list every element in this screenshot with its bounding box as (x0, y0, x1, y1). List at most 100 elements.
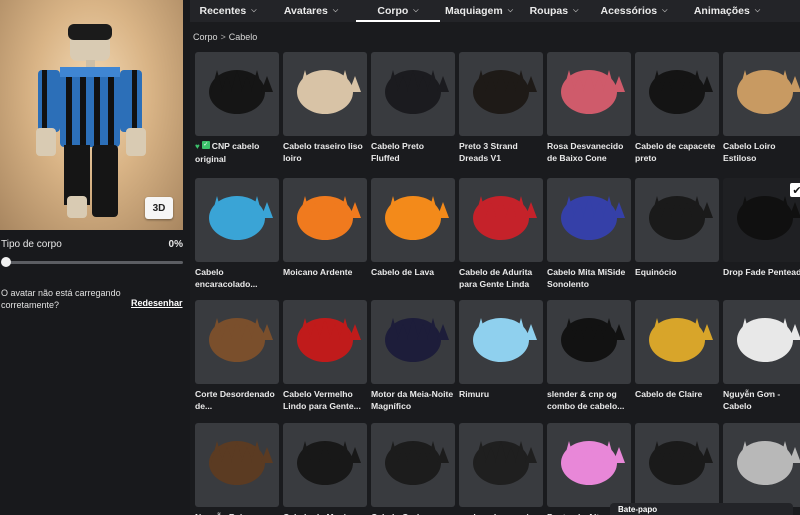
hair-item[interactable]: Equinócio (635, 178, 719, 292)
item-thumbnail[interactable] (371, 300, 455, 384)
hair-image (297, 318, 361, 362)
item-name-text: Cabelo de Lava (371, 267, 435, 277)
chat-tab[interactable]: Bate-papo (610, 503, 793, 515)
body-type-value: 0% (168, 239, 183, 250)
tab-label: Roupas (529, 5, 569, 17)
item-name-text: Cabelo de capacete preto (635, 141, 716, 163)
hair-item[interactable]: Cabelo de Lava (371, 178, 455, 292)
item-thumbnail[interactable] (283, 52, 367, 136)
item-thumbnail[interactable] (283, 300, 367, 384)
tab-5[interactable]: Acessórios ⌵ (590, 0, 678, 22)
hair-item[interactable]: Moicano Ardente (283, 178, 367, 292)
item-thumbnail[interactable] (459, 178, 543, 262)
hair-item[interactable] (635, 423, 719, 515)
hair-image (561, 70, 625, 114)
hair-image (649, 318, 713, 362)
item-name: Cabelo de capacete preto (635, 140, 719, 166)
item-thumbnail[interactable] (195, 300, 279, 384)
tab-0[interactable]: Recentes ⌵ (190, 0, 266, 22)
item-name: Motor da Meia-Noite Magnífico (371, 388, 455, 414)
item-thumbnail[interactable] (371, 178, 455, 262)
item-thumbnail[interactable] (547, 300, 631, 384)
hair-item[interactable]: ♥ ✓ CNP cabelo original (195, 52, 279, 166)
item-name-text: Cabelo Mita MiSide Sonolento (547, 267, 626, 289)
tab-3[interactable]: Maquiagem ⌵ (440, 0, 518, 22)
hair-item[interactable]: Penteado Alt... (547, 423, 631, 515)
item-name: Drop Fade Penteado (723, 266, 800, 292)
hair-image (649, 196, 713, 240)
hair-item[interactable] (723, 423, 800, 515)
hair-item[interactable]: Cabelo encaracolado... (195, 178, 279, 292)
hair-item[interactable]: Nguyễn Gơn - Cabelo (723, 300, 800, 414)
hair-item[interactable]: Rosa Desvanecido de Baixo Cone (547, 52, 631, 166)
tab-label: Avatares (283, 5, 328, 17)
hair-item[interactable]: ✔ Drop Fade Penteado (723, 178, 800, 292)
redraw-link[interactable]: Redesenhar (131, 298, 183, 308)
hair-item[interactable]: Rimuru (459, 300, 543, 414)
item-thumbnail[interactable] (547, 423, 631, 507)
hair-item[interactable]: Cabelo Mita MiSide Sonolento (547, 178, 631, 292)
item-thumbnail[interactable] (195, 52, 279, 136)
hair-item[interactable]: Cabelo de Adurita para Gente Linda (459, 178, 543, 292)
hair-item[interactable]: Cabelo Vermelho Lindo para Gente... (283, 300, 367, 414)
item-thumbnail[interactable] (547, 52, 631, 136)
item-thumbnail[interactable] (371, 52, 455, 136)
item-thumbnail[interactable] (635, 300, 719, 384)
item-thumbnail[interactable] (195, 178, 279, 262)
breadcrumb-current: Cabelo (228, 32, 258, 42)
hair-item[interactable]: Cabelo traseiro liso loiro (283, 52, 367, 166)
item-thumbnail[interactable] (723, 423, 800, 507)
hair-item[interactable]: Cabelo de capacete preto (635, 52, 719, 166)
item-thumbnail[interactable] (723, 300, 800, 384)
item-thumbnail[interactable] (459, 300, 543, 384)
tab-2[interactable]: Corpo ⌵ (356, 0, 440, 22)
item-name: Cabelo de Lava (371, 266, 455, 292)
hair-image (385, 318, 449, 362)
slider-thumb[interactable] (1, 257, 11, 267)
hair-item[interactable]: Cabelo Preto Fluffed (371, 52, 455, 166)
hair-item[interactable]: Motor da Meia-Noite Magnífico (371, 300, 455, 414)
hair-image (737, 70, 800, 114)
hair-image (385, 196, 449, 240)
hair-item[interactable]: cachos de crespia... (459, 423, 543, 515)
selected-check-icon: ✔ (790, 183, 800, 197)
hair-item[interactable]: Nguyễn Bei... (195, 423, 279, 515)
hair-item[interactable]: Corte Desordenado de... (195, 300, 279, 414)
hair-item[interactable]: Cabelo de Claire (635, 300, 719, 414)
item-thumbnail[interactable] (283, 178, 367, 262)
item-thumbnail[interactable] (283, 423, 367, 507)
tab-4[interactable]: Roupas ⌵ (518, 0, 590, 22)
avatar-preview[interactable]: 3D (0, 0, 183, 230)
breadcrumb-root[interactable]: Corpo (193, 32, 218, 42)
item-thumbnail[interactable] (635, 178, 719, 262)
item-name-text: Cabelo traseiro liso loiro (283, 141, 363, 163)
tab-6[interactable]: Animações ⌵ (678, 0, 776, 22)
hair-item[interactable]: Cabelo Curly Preto... (371, 423, 455, 515)
item-thumbnail[interactable] (371, 423, 455, 507)
item-thumbnail[interactable] (459, 52, 543, 136)
item-thumbnail[interactable]: ✔ (723, 178, 800, 262)
item-thumbnail[interactable] (547, 178, 631, 262)
view-3d-button[interactable]: 3D (145, 197, 173, 219)
item-name: Moicano Ardente (283, 266, 367, 292)
chevron-down-icon: ⌵ (573, 7, 579, 14)
item-name: Rimuru (459, 388, 543, 414)
tab-1[interactable]: Avatares ⌵ (266, 0, 356, 22)
item-thumbnail[interactable] (723, 52, 800, 136)
chevron-down-icon: ⌵ (662, 7, 668, 14)
item-name: Nguyễn Bei... (195, 511, 279, 515)
item-name: Cabelo Preto Fluffed (371, 140, 455, 166)
hair-item[interactable]: slender & cnp og combo de cabelo... (547, 300, 631, 414)
item-thumbnail[interactable] (635, 423, 719, 507)
hair-item[interactable]: Cabelo Loiro Estiloso (723, 52, 800, 166)
item-thumbnail[interactable] (195, 423, 279, 507)
body-type-slider[interactable] (1, 257, 183, 267)
item-thumbnail[interactable] (635, 52, 719, 136)
item-thumbnail[interactable] (459, 423, 543, 507)
hair-item[interactable]: Cabelo de Manica... (283, 423, 367, 515)
item-name-text: Cabelo encaracolado... (195, 267, 258, 289)
body-type-label: Tipo de corpo (1, 239, 62, 250)
hair-image (297, 441, 361, 485)
breadcrumb-separator: > (220, 32, 226, 42)
hair-item[interactable]: Preto 3 Strand Dreads V1 (459, 52, 543, 166)
